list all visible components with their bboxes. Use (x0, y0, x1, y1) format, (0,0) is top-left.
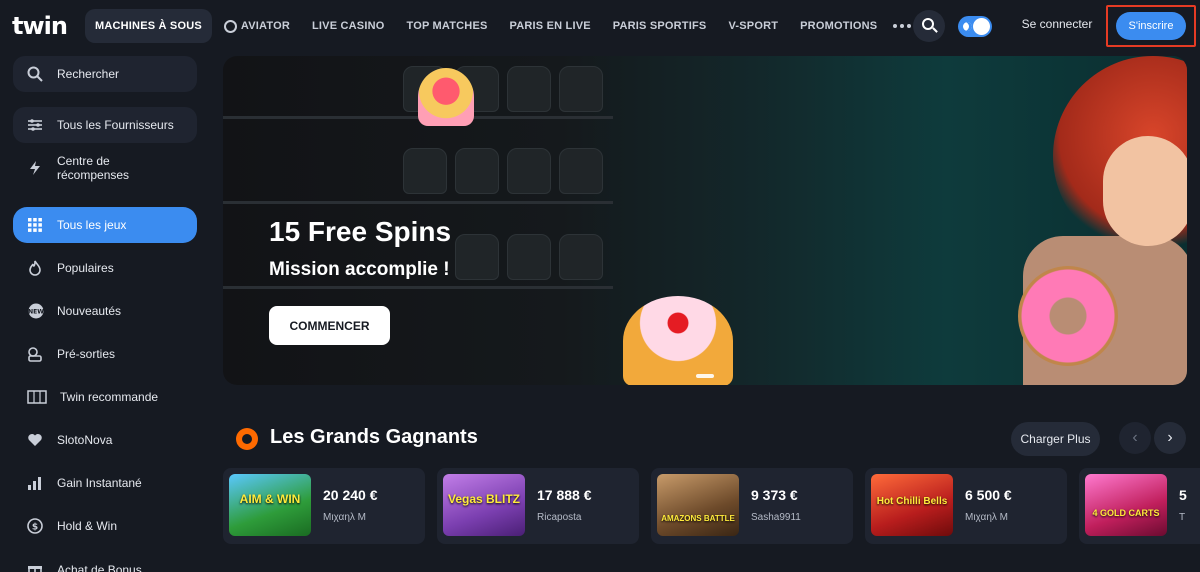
game-thumbnail: AIM & WIN (229, 474, 311, 536)
flame-icon (27, 260, 43, 276)
aviator-icon (223, 19, 237, 33)
winner-card[interactable]: Vegas BLITZ 17 888 € Ricaposta (437, 468, 639, 544)
winner-username: Ricaposta (537, 512, 582, 523)
slot-reels-icon (27, 389, 47, 405)
top-header: twin MACHINES À SOUS AVIATOR LIVE CASINO… (0, 0, 1200, 52)
win-amount: 20 240 € (323, 487, 378, 503)
promo-banner[interactable]: 15 Free Spins Mission accomplie ! COMMEN… (223, 56, 1187, 385)
winner-card[interactable]: 4 GOLD CARTS 5 T (1079, 468, 1200, 544)
banner-title: 15 Free Spins (269, 216, 452, 247)
nav-aviator-label: AVIATOR (240, 20, 290, 32)
more-icon[interactable] (893, 24, 912, 28)
sidebar-item-label: Hold & Win (57, 519, 118, 533)
sidebar-item-label: Tous les Fournisseurs (57, 118, 174, 132)
winner-username: Sasha9911 (751, 512, 801, 523)
theme-toggle[interactable] (958, 16, 992, 37)
winner-card[interactable]: Hot Chilli Bells 6 500 € Μιχαηλ Μ (865, 468, 1067, 544)
sidebar-item-presale[interactable]: Pré-sorties (13, 336, 197, 372)
start-button[interactable]: COMMENCER (269, 306, 390, 345)
banner-subtitle: Mission accomplie ! (269, 259, 450, 280)
main-nav: MACHINES À SOUS AVIATOR LIVE CASINO TOP … (85, 9, 912, 43)
donut-icon (1018, 266, 1118, 366)
new-badge-icon: NEW (27, 303, 44, 319)
heart-icon (27, 432, 43, 448)
sidebar-item-label: Twin recommande (60, 390, 159, 404)
sidebar-item-label: Centre de récompenses (57, 154, 130, 182)
sidebar-item-instant-win[interactable]: Gain Instantané (13, 465, 197, 501)
grid-icon (27, 217, 43, 233)
signup-button[interactable]: S'inscrire (1116, 12, 1186, 40)
game-thumbnail: AMAZONS BATTLE (657, 474, 739, 536)
winner-card[interactable]: AIM & WIN 20 240 € Μιχαηλ Μ (223, 468, 425, 544)
load-more-button[interactable]: Charger Plus (1011, 422, 1100, 456)
game-title: AMAZONS BATTLE (661, 514, 735, 523)
sidebar-item-label: Rechercher (57, 67, 120, 81)
search-icon (27, 66, 43, 82)
svg-text:$: $ (32, 523, 38, 533)
login-button[interactable]: Se connecter (1012, 17, 1102, 31)
carousel-indicator[interactable] (696, 374, 714, 378)
search-button[interactable] (913, 10, 945, 42)
game-title: AIM & WIN (239, 492, 301, 506)
sidebar-item-label: Nouveautés (57, 304, 122, 318)
sidebar-item-rewards[interactable]: Centre de récompenses (13, 152, 197, 184)
win-amount: 5 (1179, 487, 1187, 503)
sidebar-item-slotonova[interactable]: SlotoNova (13, 422, 197, 458)
sidebar-item-label: Achat de Bonus (57, 563, 142, 572)
sidebar-item-providers[interactable]: Tous les Fournisseurs (13, 107, 197, 143)
sidebar-item-popular[interactable]: Populaires (13, 250, 197, 286)
winner-username: Μιχαηλ Μ (323, 512, 366, 523)
sidebar-item-all-games[interactable]: Tous les jeux (13, 207, 197, 243)
next-button[interactable]: › (1154, 422, 1186, 454)
bar-chart-icon (27, 475, 43, 491)
game-thumbnail: 4 GOLD CARTS (1085, 474, 1167, 536)
nav-top-matches[interactable]: TOP MATCHES (396, 9, 497, 43)
game-thumbnail: Hot Chilli Bells (871, 474, 953, 536)
sidebar-item-label: Gain Instantané (57, 476, 142, 490)
coin-icon: $ (27, 518, 43, 534)
win-amount: 6 500 € (965, 487, 1012, 503)
winners-list: AIM & WIN 20 240 € Μιχαηλ Μ Vegas BLITZ … (223, 468, 1200, 544)
sidebar-item-recommended[interactable]: Twin recommande (13, 379, 197, 415)
winner-card[interactable]: AMAZONS BATTLE 9 373 € Sasha9911 (651, 468, 853, 544)
gift-icon (27, 562, 43, 572)
prev-button[interactable]: ‹ (1119, 422, 1151, 454)
nav-machines-a-sous[interactable]: MACHINES À SOUS (85, 9, 212, 43)
moon-icon (963, 22, 972, 31)
svg-text:NEW: NEW (28, 309, 44, 316)
sidebar-item-label: Populaires (57, 261, 114, 275)
trophy-icon (236, 428, 258, 450)
win-amount: 17 888 € (537, 487, 592, 503)
sidebar-item-label: Pré-sorties (57, 347, 116, 361)
game-title: 4 GOLD CARTS (1092, 508, 1160, 518)
sidebar-item-label: Tous les jeux (57, 218, 127, 232)
lightning-icon (27, 160, 43, 176)
win-amount: 9 373 € (751, 487, 798, 503)
nav-aviator[interactable]: AVIATOR (214, 9, 300, 43)
nav-paris-sportifs[interactable]: PARIS SPORTIFS (603, 9, 717, 43)
cupcake-icon (418, 68, 474, 126)
nav-promotions[interactable]: PROMOTIONS (790, 9, 887, 43)
sidebar-item-search[interactable]: Rechercher (13, 56, 197, 92)
game-thumbnail: Vegas BLITZ (443, 474, 525, 536)
winner-username: Μιχαηλ Μ (965, 512, 1008, 523)
cupcake-icon (623, 296, 733, 385)
game-title: Vegas BLITZ (447, 492, 521, 506)
nav-paris-en-live[interactable]: PARIS EN LIVE (500, 9, 601, 43)
character-face (1103, 136, 1187, 246)
winner-username: T (1179, 512, 1186, 523)
presale-icon (27, 346, 43, 362)
logo[interactable]: twin (12, 12, 68, 40)
sidebar-item-new[interactable]: NEW Nouveautés (13, 293, 197, 329)
sidebar-item-bonus-buy[interactable]: Achat de Bonus (13, 552, 197, 572)
nav-v-sport[interactable]: V-SPORT (718, 9, 788, 43)
filter-icon (27, 117, 43, 133)
nav-live-casino[interactable]: LIVE CASINO (302, 9, 395, 43)
game-title: Hot Chilli Bells (876, 496, 948, 507)
sidebar-item-label: SlotoNova (57, 433, 113, 447)
section-title: Les Grands Gagnants (270, 426, 478, 448)
sidebar-item-hold-win[interactable]: $ Hold & Win (13, 508, 197, 544)
